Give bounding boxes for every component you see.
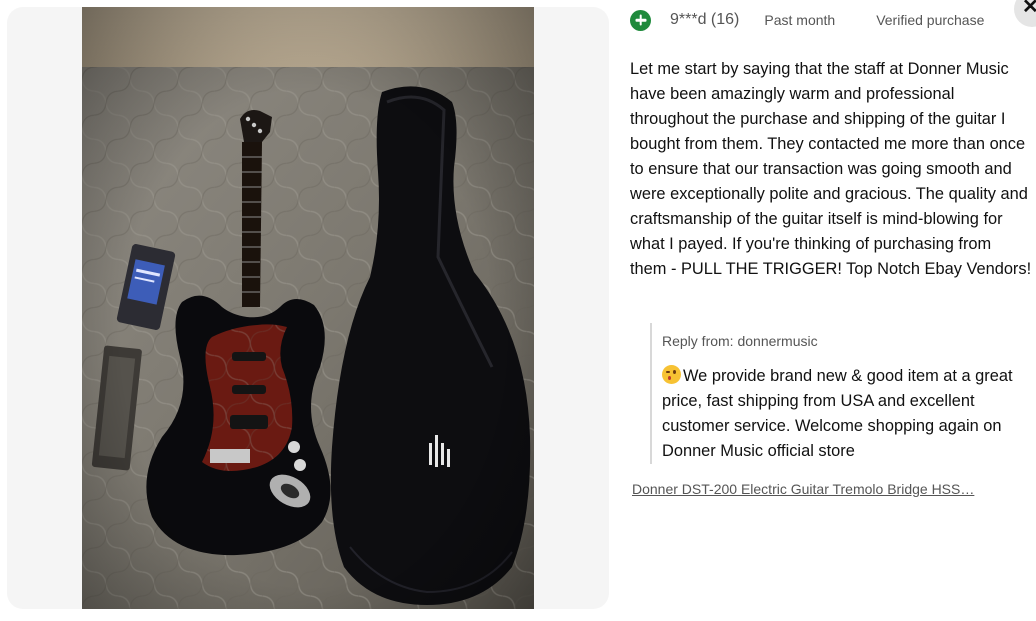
review-panel: 9***d (16) Past month Verified purchase … bbox=[630, 0, 1036, 621]
reviewer-name: 9***d (16) bbox=[670, 11, 740, 28]
seller-reply: Reply from: donnermusic We provide brand… bbox=[650, 323, 1034, 464]
reply-header: Reply from: donnermusic bbox=[662, 333, 818, 349]
review-period: Past month bbox=[764, 12, 836, 28]
item-link[interactable]: Donner DST-200 Electric Guitar Tremolo B… bbox=[632, 481, 1004, 497]
review-meta: 9***d (16) Past month Verified purchase bbox=[630, 8, 1036, 32]
close-icon: ✕ bbox=[1022, 0, 1036, 18]
positive-feedback-icon bbox=[630, 9, 651, 31]
photo-image bbox=[82, 7, 534, 609]
verified-purchase-label: Verified purchase bbox=[876, 12, 985, 28]
reply-text: We provide brand new & good item at a gr… bbox=[662, 367, 1013, 460]
photo-viewer bbox=[7, 7, 609, 609]
review-comment: Let me start by saying that the staff at… bbox=[630, 60, 1032, 278]
winking-face-icon bbox=[662, 365, 681, 384]
reply-body: We provide brand new & good item at a gr… bbox=[662, 364, 1034, 464]
review-modal: 9***d (16) Past month Verified purchase … bbox=[0, 0, 1036, 621]
review-photo[interactable] bbox=[82, 7, 534, 609]
